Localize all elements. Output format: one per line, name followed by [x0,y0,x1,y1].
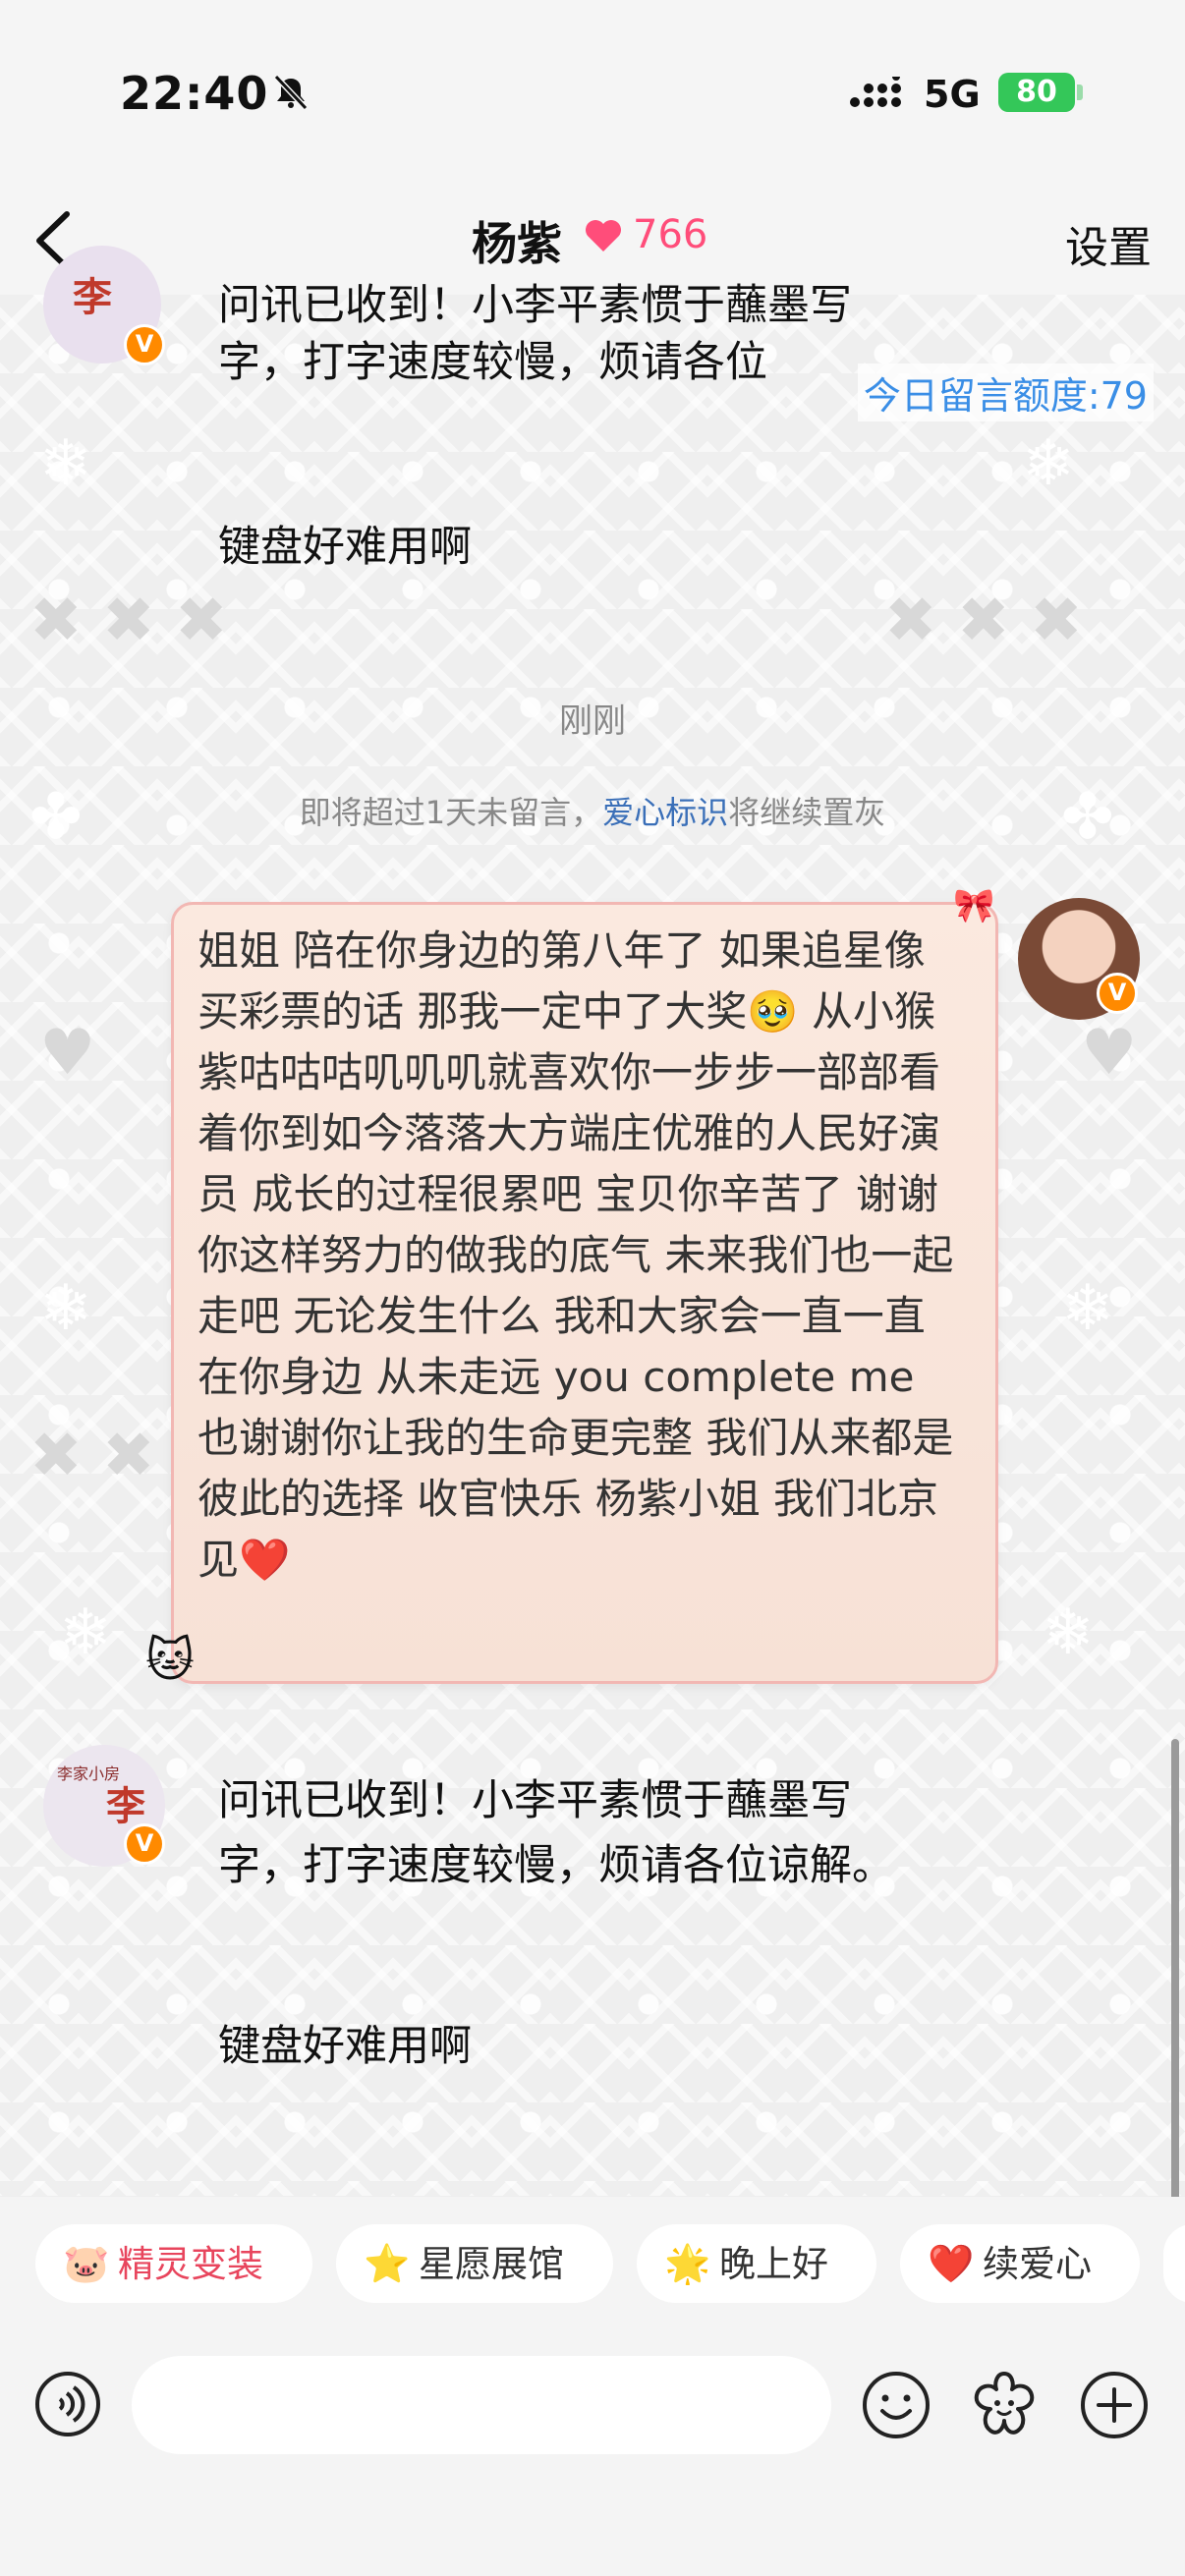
plus-icon[interactable] [1079,2370,1150,2440]
flower-icon[interactable] [967,2368,1042,2442]
chip-label: 续爱心 [983,2243,1092,2285]
heart-pattern-icon: ♥ [39,1017,96,1090]
page-title: 杨紫 [472,217,562,270]
bell-muted-icon [273,74,309,111]
scrollbar[interactable] [1171,1739,1179,2201]
message-text: 键盘好难用啊 [218,523,472,572]
emoji-icon[interactable] [861,2370,931,2440]
quick-actions-bar: 🐷 精灵变装 ⭐ 星愿展馆 🌟 晚上好 ❤️ 续爱心 [0,2197,1185,2334]
status-bar: 22:40 5G 80 [0,0,1185,187]
verified-badge-icon: V [124,324,165,365]
message-text: 字，打字速度较慢，烦请各位 [218,338,767,387]
cross-pattern-icon: ✖ ✖ ✖ [884,585,1083,657]
clock-time: 22:40 [120,67,269,120]
snowflake-icon: ❄ [1061,1272,1114,1345]
my-message-bubble[interactable]: 姐姐 陪在你身边的第八年了 如果追星像买彩票的话 那我一定中了大奖🥹 从小猴紫咕… [171,902,998,1684]
battery-indicator: 80 [998,73,1075,112]
verified-badge-icon: V [1097,973,1138,1014]
snowflake-icon: ❄ [1042,1596,1095,1669]
snowflake-icon: ❄ [39,427,92,500]
chip-label: 星愿展馆 [419,2243,564,2285]
hello-kitty-sticker-icon: 🐱 [145,1633,196,1688]
cross-pattern-icon: ✖ ✖ ✖ [29,585,228,657]
chip-label: 精灵变装 [118,2243,263,2285]
network-type: 5G [924,73,981,116]
avatar-name-text: 李 [106,1784,145,1829]
verified-badge-icon: V [124,1823,165,1865]
star-face-icon: 🌟 [664,2242,711,2285]
input-bar [0,2334,1185,2576]
snowflake-icon: ❄ [59,1596,112,1669]
heart-icon [586,220,621,252]
system-notice-prefix: 即将超过1天未留言， [299,794,603,831]
my-message-text: 姐姐 陪在你身边的第八年了 如果追星像买彩票的话 那我一定中了大奖🥹 从小猴紫咕… [198,926,954,1584]
heart-icon: ❤️ [928,2242,975,2285]
system-notice-suffix: 将继续置灰 [728,794,886,831]
message-input[interactable] [132,2356,831,2454]
snowflake-icon: ❄ [1022,427,1075,500]
message-quota: 今日留言额度:79 [857,364,1154,421]
message-text: 问讯已收到！小李平素惯于蘸墨写 [218,1776,852,1825]
love-count: 766 [633,212,708,257]
chip-costume[interactable]: 🐷 精灵变装 [35,2224,312,2303]
signal-icon [850,77,901,107]
chip-label: 晚上好 [719,2243,828,2285]
chip-good-evening[interactable]: 🌟 晚上好 [637,2224,876,2303]
chip-more[interactable] [1163,2224,1185,2303]
love-mark-link[interactable]: 爱心标识 [602,794,728,831]
message-timestamp: 刚刚 [559,701,626,741]
settings-button[interactable]: 设置 [1065,212,1152,275]
chip-wish-gallery[interactable]: ⭐ 星愿展馆 [336,2224,613,2303]
pig-icon: 🐷 [63,2242,110,2285]
star-icon: ⭐ [364,2242,411,2285]
message-text: 字，打字速度较慢，烦请各位谅解。 [218,1841,894,1890]
snowflake-icon: ❄ [39,1272,92,1345]
bow-decoration-icon: 🎀 [953,886,995,925]
heart-pattern-icon: ♥ [1081,1017,1138,1090]
cross-pattern-icon: ✖ ✖ [29,1420,155,1492]
chip-renew-heart[interactable]: ❤️ 续爱心 [900,2224,1140,2303]
system-notice: 即将超过1天未留言，爱心标识将继续置灰 [0,788,1185,833]
avatar-name-text: 李 [73,275,112,320]
message-text: 问讯已收到！小李平素惯于蘸墨写 [218,281,852,330]
battery-tip [1077,84,1083,100]
voice-icon[interactable] [33,2370,102,2438]
message-text: 键盘好难用啊 [218,2022,472,2071]
